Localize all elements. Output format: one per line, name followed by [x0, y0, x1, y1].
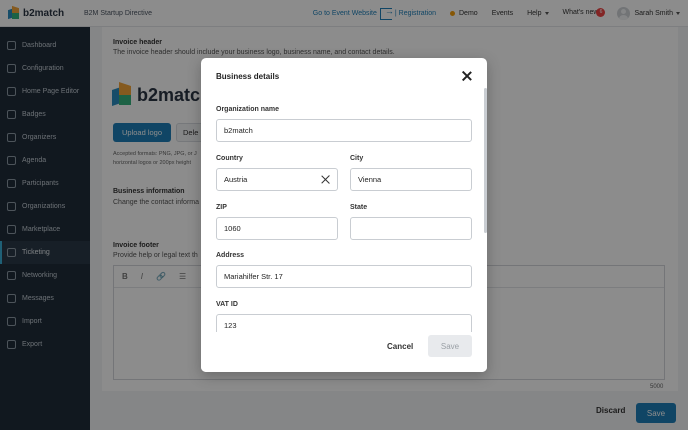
state-label: State	[350, 204, 368, 211]
modal-body: Organization name b2match Country Austri…	[201, 94, 487, 332]
clear-icon[interactable]	[321, 175, 330, 184]
state-input[interactable]	[350, 217, 472, 240]
cancel-button[interactable]: Cancel	[387, 342, 413, 351]
city-label: City	[350, 155, 364, 162]
country-value: Austria	[224, 175, 248, 184]
org-name-label: Organization name	[216, 106, 280, 113]
address-label: Address	[216, 252, 245, 259]
org-name-input[interactable]: b2match	[216, 119, 472, 142]
city-input[interactable]: Vienna	[350, 168, 472, 191]
zip-input[interactable]: 1060	[216, 217, 338, 240]
business-details-modal: Business details Organization name b2mat…	[201, 58, 487, 372]
close-icon[interactable]	[462, 71, 472, 81]
country-label: Country	[216, 155, 243, 162]
country-select[interactable]: Austria	[216, 168, 338, 191]
modal-save-button[interactable]: Save	[428, 335, 472, 357]
vat-id-input[interactable]: 123	[216, 314, 472, 332]
vat-id-label: VAT ID	[216, 301, 238, 308]
address-input[interactable]: Mariahilfer Str. 17	[216, 265, 472, 288]
modal-title: Business details	[216, 72, 280, 81]
zip-label: ZIP	[216, 204, 227, 211]
